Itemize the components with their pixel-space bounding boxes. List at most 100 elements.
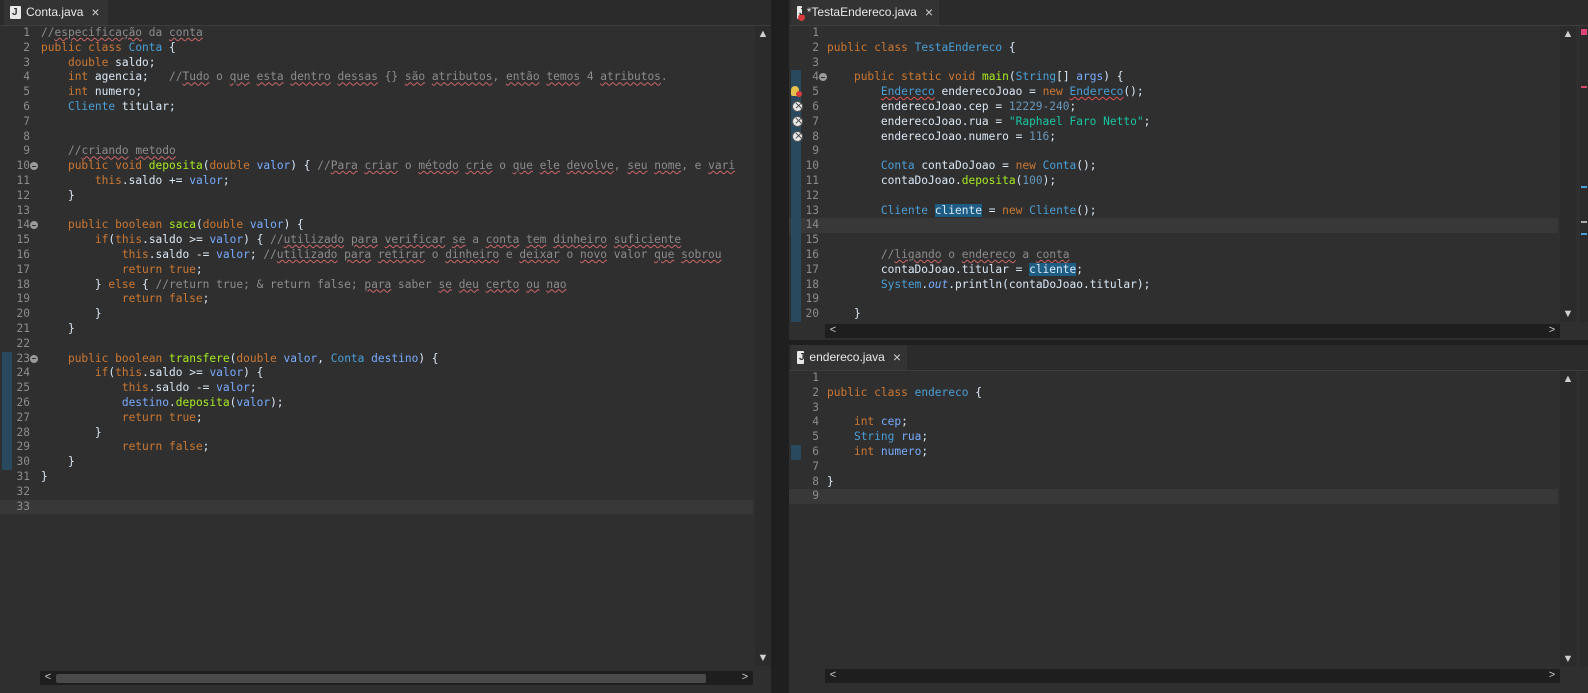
code-line[interactable]: 8} xyxy=(789,475,1558,490)
code-line[interactable]: 23 public boolean transfere(double valor… xyxy=(0,351,753,367)
horizontal-scrollbar[interactable]: < > xyxy=(40,671,753,685)
code-line[interactable]: 6 int numero; xyxy=(789,444,1558,460)
scroll-right-icon[interactable]: > xyxy=(737,671,753,683)
code-line[interactable]: 5 int numero; xyxy=(0,85,753,100)
code-line[interactable]: 9 xyxy=(789,489,1558,505)
code-line[interactable]: 26 destino.deposita(valor); xyxy=(0,395,753,411)
fold-collapse-icon[interactable] xyxy=(30,221,38,230)
code-line[interactable]: 19 return false; xyxy=(0,292,753,307)
code-line[interactable]: 1 xyxy=(789,371,1558,386)
horizontal-scrollbar[interactable]: < > xyxy=(825,324,1560,338)
code-line[interactable]: 4 int cep; xyxy=(789,415,1558,430)
code-line[interactable]: 3 xyxy=(789,401,1558,416)
code-line[interactable]: 3 double saldo; xyxy=(0,56,753,71)
vertical-scrollbar[interactable]: ▲ ▼ xyxy=(1560,371,1576,667)
code-line[interactable]: 20 } xyxy=(0,307,753,322)
code-line[interactable]: 33 xyxy=(0,499,753,515)
scroll-up-icon[interactable]: ▲ xyxy=(1560,28,1576,40)
code-line[interactable]: 8 enderecoJoao.numero = 116; xyxy=(789,129,1558,145)
code-area[interactable]: 1 //especificação da conta 2 public class C… xyxy=(0,26,753,515)
code-line[interactable]: 14 xyxy=(789,218,1558,234)
scroll-down-icon[interactable]: ▼ xyxy=(1560,653,1576,665)
code-area[interactable]: 1 2 public class TestaEndereco {3 4 public … xyxy=(789,26,1558,322)
vertical-scrollbar[interactable]: ▲ ▼ xyxy=(755,26,771,666)
code-line[interactable]: 2 public class endereco { xyxy=(789,386,1558,401)
code-line[interactable]: 27 return true; xyxy=(0,410,753,426)
code-line[interactable]: 28 } xyxy=(0,425,753,441)
fold-collapse-icon[interactable] xyxy=(819,73,827,82)
scroll-left-icon[interactable]: < xyxy=(825,324,841,336)
code-text: Cliente titular; xyxy=(67,99,176,113)
close-tab-icon[interactable]: × xyxy=(893,345,901,370)
code-line[interactable]: 3 xyxy=(789,56,1558,71)
code-line[interactable]: 15 if(this.saldo >= valor) { //utilizado… xyxy=(0,233,753,248)
code-line[interactable]: 30 } xyxy=(0,455,753,470)
code-line[interactable]: 2 public class Conta { xyxy=(0,41,753,56)
code-line[interactable]: 22 xyxy=(0,337,753,352)
tab-endereco-java[interactable]: endereco.java × xyxy=(791,345,907,370)
code-line[interactable]: 15 xyxy=(789,233,1558,248)
code-line[interactable]: 21 } xyxy=(0,322,753,337)
code-line[interactable]: 31} xyxy=(0,470,753,485)
code-line[interactable]: 1 //especificação da conta xyxy=(0,26,753,41)
fold-collapse-icon[interactable] xyxy=(30,354,38,363)
fold-collapse-icon[interactable] xyxy=(30,162,38,171)
tab-testaendereco-java[interactable]: *TestaEndereco.java × xyxy=(791,0,939,25)
scroll-left-icon[interactable]: < xyxy=(825,669,841,681)
code-line[interactable]: 18 System.out.println(contaDoJoao.titula… xyxy=(789,277,1558,293)
code-line[interactable]: 10 public void deposita(double valor) { … xyxy=(0,159,753,174)
tab-conta-java[interactable]: Conta.java × xyxy=(4,0,108,25)
code-line[interactable]: 19 xyxy=(789,292,1558,308)
code-line[interactable]: 16 this.saldo -= valor; //utilizado para… xyxy=(0,248,753,263)
scroll-up-icon[interactable]: ▲ xyxy=(1560,373,1576,385)
code-line[interactable]: 12 xyxy=(789,188,1558,204)
close-tab-icon[interactable]: × xyxy=(925,0,933,25)
code-line[interactable]: 32 xyxy=(0,485,753,500)
scroll-right-icon[interactable]: > xyxy=(1544,324,1560,336)
code-line[interactable]: 9 //criando metodo xyxy=(0,144,753,159)
code-line[interactable]: 2 public class TestaEndereco { xyxy=(789,41,1558,56)
code-line[interactable]: 17 return true; xyxy=(0,263,753,278)
code-editor[interactable]: 1 //especificação da conta 2 public class C… xyxy=(0,26,771,693)
code-line[interactable]: 25 this.saldo -= valor; xyxy=(0,381,753,396)
code-line[interactable]: 13 xyxy=(0,204,753,219)
code-line[interactable]: 11 this.saldo += valor; xyxy=(0,174,753,189)
code-line[interactable]: 29 return false; xyxy=(0,440,753,456)
code-line[interactable]: 20 } xyxy=(789,307,1558,322)
code-line[interactable]: 7 xyxy=(0,115,753,130)
code-line[interactable]: 4 int agencia; //Tudo o que esta dentro … xyxy=(0,70,753,85)
scroll-down-icon[interactable]: ▼ xyxy=(1560,308,1576,320)
scroll-down-icon[interactable]: ▼ xyxy=(755,652,771,664)
vertical-scrollbar[interactable]: ▲ ▼ xyxy=(1560,26,1576,322)
code-line[interactable]: 8 xyxy=(0,130,753,145)
code-line[interactable]: 7 enderecoJoao.rua = "Raphael Faro Netto… xyxy=(789,114,1558,130)
horizontal-scroll-thumb[interactable] xyxy=(56,674,706,683)
code-line[interactable]: 4 public static void main(String[] args)… xyxy=(789,70,1558,86)
code-line[interactable]: 9 xyxy=(789,144,1558,160)
line-number: 17 xyxy=(805,262,819,276)
code-line[interactable]: 17 contaDoJoao.titular = cliente; xyxy=(789,262,1558,278)
code-line[interactable]: 12 } xyxy=(0,189,753,204)
code-line[interactable]: 1 xyxy=(789,26,1558,41)
code-line[interactable]: 18 } else { //return true; & return fals… xyxy=(0,278,753,293)
code-line[interactable]: 14 public boolean saca(double valor) { xyxy=(0,218,753,233)
code-line[interactable]: 6 Cliente titular; xyxy=(0,100,753,115)
code-line[interactable]: 13 Cliente cliente = new Cliente(); xyxy=(789,203,1558,219)
scroll-up-icon[interactable]: ▲ xyxy=(755,28,771,40)
code-editor[interactable]: 1 2 public class TestaEndereco {3 4 public … xyxy=(789,26,1588,340)
code-text: String rua; xyxy=(853,430,929,444)
code-line[interactable]: 10 Conta contaDoJoao = new Conta(); xyxy=(789,159,1558,174)
horizontal-scrollbar[interactable]: < > xyxy=(825,669,1560,683)
code-line[interactable]: 11 contaDoJoao.deposita(100); xyxy=(789,173,1558,189)
code-line[interactable]: 5 Endereco enderecoJoao = new Endereco()… xyxy=(789,85,1558,100)
code-line[interactable]: 16 //ligando o endereco a conta xyxy=(789,247,1558,263)
scroll-left-icon[interactable]: < xyxy=(40,671,56,683)
code-line[interactable]: 24 if(this.saldo >= valor) { xyxy=(0,366,753,382)
code-line[interactable]: 5 String rua; xyxy=(789,430,1558,445)
code-area[interactable]: 1 2 public class endereco {3 4 int cep; 5 St… xyxy=(789,371,1558,505)
scroll-right-icon[interactable]: > xyxy=(1544,669,1560,681)
code-line[interactable]: 7 xyxy=(789,460,1558,475)
code-line[interactable]: 6 enderecoJoao.cep = 12229-240; xyxy=(789,99,1558,115)
close-tab-icon[interactable]: × xyxy=(91,0,99,25)
code-editor[interactable]: 1 2 public class endereco {3 4 int cep; 5 St… xyxy=(789,371,1588,693)
